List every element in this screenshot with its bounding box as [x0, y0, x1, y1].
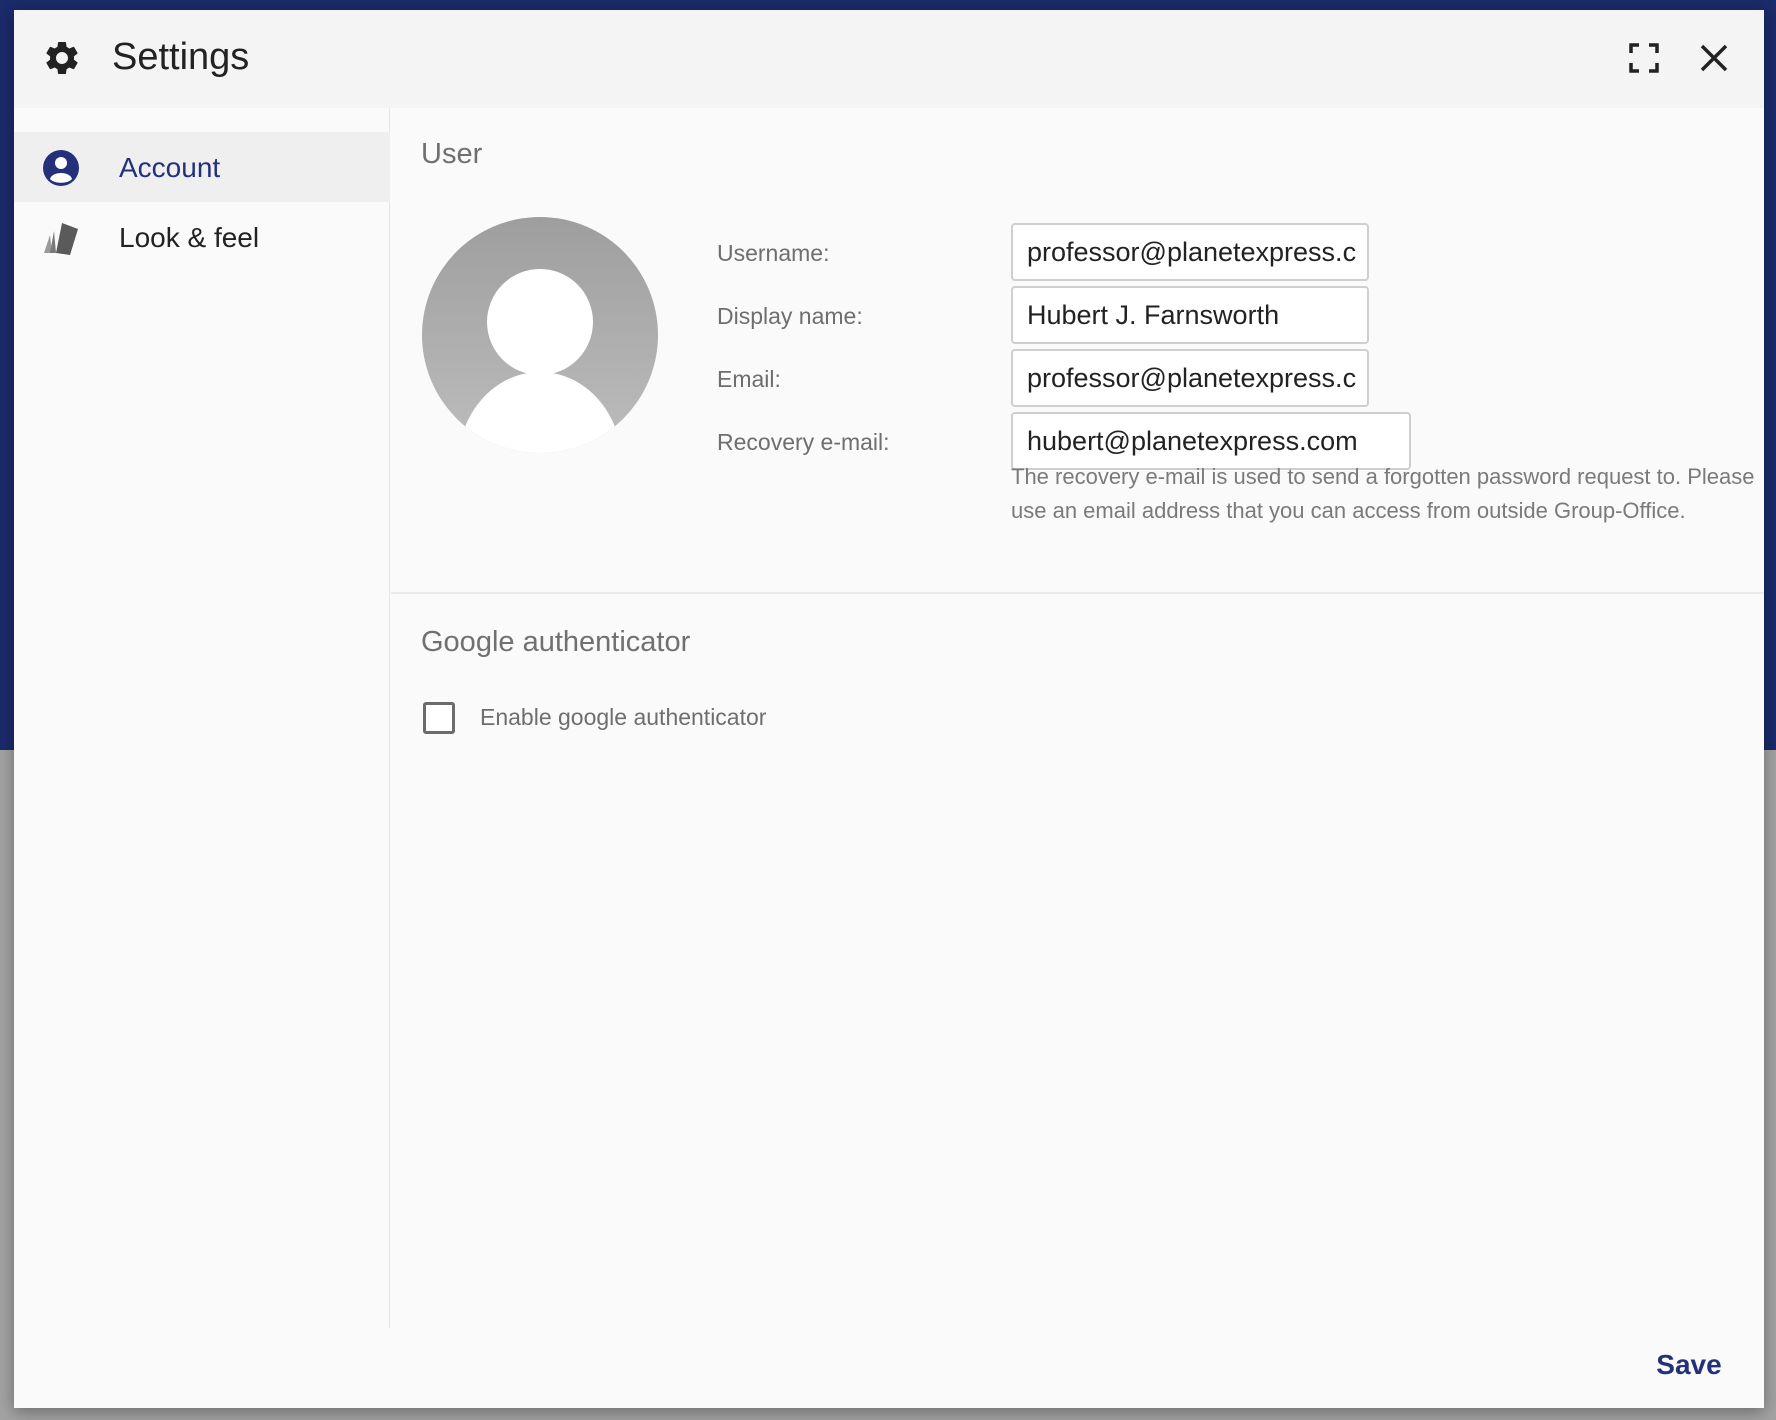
account-circle-icon	[42, 149, 80, 187]
settings-dialog: Settings Account Look & feel User Userna…	[14, 10, 1764, 1408]
username-label: Username:	[717, 240, 830, 266]
save-button[interactable]: Save	[1634, 1338, 1744, 1392]
sidebar-item-label: Look & feel	[119, 222, 260, 253]
dialog-title: Settings	[112, 36, 250, 78]
email-field[interactable]: professor@planetexpress.c	[1011, 349, 1369, 407]
maximize-button[interactable]	[1624, 40, 1664, 80]
sidebar-item-label: Account	[119, 152, 221, 183]
style-cards-icon	[42, 219, 80, 257]
dialog-titlebar: Settings	[14, 10, 1764, 108]
enable-google-authenticator-checkbox[interactable]	[423, 702, 455, 734]
maximize-icon	[1629, 42, 1659, 78]
avatar[interactable]	[421, 216, 659, 454]
display-name-field[interactable]: Hubert J. Farnsworth	[1011, 286, 1369, 344]
close-button[interactable]	[1694, 40, 1734, 80]
settings-sidebar: Account Look & feel	[14, 108, 390, 1328]
account-panel: User Username: professor@planetexpress.c	[391, 108, 1764, 1328]
display-name-label: Display name:	[717, 303, 863, 329]
gear-icon	[42, 38, 82, 78]
sidebar-item-look-and-feel[interactable]: Look & feel	[14, 202, 390, 272]
section-title-user: User	[421, 138, 483, 170]
close-icon	[1699, 43, 1729, 78]
sidebar-item-account[interactable]: Account	[14, 132, 390, 202]
section-title-google-authenticator: Google authenticator	[421, 626, 691, 658]
enable-google-authenticator-label[interactable]: Enable google authenticator	[480, 704, 766, 731]
email-label: Email:	[717, 366, 781, 392]
section-divider	[391, 592, 1764, 594]
username-field[interactable]: professor@planetexpress.c	[1011, 223, 1369, 281]
recovery-email-help: The recovery e-mail is used to send a fo…	[1011, 464, 1755, 523]
recovery-email-label: Recovery e-mail:	[717, 429, 890, 455]
